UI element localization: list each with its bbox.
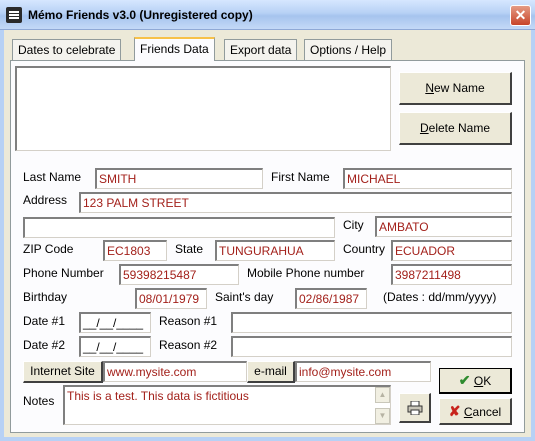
birthday-label: Birthday xyxy=(23,290,68,304)
date2-label: Date #2 xyxy=(23,338,66,352)
address-label: Address xyxy=(23,193,68,207)
tab-export-data[interactable]: Export data xyxy=(224,39,298,60)
zip-field[interactable]: EC1803 xyxy=(103,240,167,261)
tab-options-help[interactable]: Options / Help xyxy=(304,39,393,60)
app-icon xyxy=(6,7,22,23)
notes-text: This is a test. This data is fictitious xyxy=(67,389,249,403)
mobile-field[interactable]: 3987211498 xyxy=(391,264,512,285)
tab-friends-data[interactable]: Friends Data xyxy=(134,37,215,61)
tab-dates-to-celebrate[interactable]: Dates to celebrate xyxy=(12,39,122,60)
scroll-down-arrow[interactable]: ▼ xyxy=(375,408,390,424)
address-line2-field[interactable] xyxy=(23,217,335,238)
address-line1-field[interactable]: 123 PALM STREET xyxy=(79,192,512,213)
reason1-field[interactable] xyxy=(231,312,512,333)
window-title: Mémo Friends v3.0 (Unregistered copy) xyxy=(28,8,253,22)
saints-day-field[interactable]: 02/86/1987 xyxy=(295,288,367,309)
email-field[interactable]: info@mysite.com xyxy=(295,361,431,382)
printer-icon xyxy=(407,400,422,416)
mobile-label: Mobile Phone number xyxy=(247,266,365,280)
date-format-hint: (Dates : dd/mm/yyyy) xyxy=(383,290,497,304)
date1-field[interactable]: __/__/____ xyxy=(79,312,151,333)
date2-field[interactable]: __/__/____ xyxy=(79,336,151,357)
cancel-button[interactable]: ✘ Cancel xyxy=(439,398,512,425)
city-field[interactable]: AMBATO xyxy=(375,216,512,237)
country-field[interactable]: ECUADOR xyxy=(391,240,512,261)
checkmark-icon: ✔ xyxy=(458,372,471,388)
delete-name-button[interactable]: Delete Name xyxy=(399,112,512,145)
saints-day-label: Saint's day xyxy=(215,290,274,304)
zip-label: ZIP Code xyxy=(23,242,74,256)
birthday-field[interactable]: 08/01/1979 xyxy=(135,288,207,309)
phone-label: Phone Number xyxy=(23,266,104,280)
internet-site-field[interactable]: www.mysite.com xyxy=(103,361,247,382)
city-label: City xyxy=(343,218,364,232)
scroll-up-arrow[interactable]: ▲ xyxy=(375,387,390,403)
reason1-label: Reason #1 xyxy=(159,314,218,328)
state-field[interactable]: TUNGURAHUA xyxy=(215,240,335,261)
phone-field[interactable]: 59398215487 xyxy=(119,264,239,285)
notes-textarea[interactable]: This is a test. This data is fictitious … xyxy=(63,385,391,425)
state-label: State xyxy=(175,242,204,256)
notes-label: Notes xyxy=(23,394,55,408)
last-name-label: Last Name xyxy=(23,170,82,184)
title-bar: Mémo Friends v3.0 (Unregistered copy) ✕ xyxy=(0,0,535,30)
ok-button[interactable]: ✔ OK xyxy=(439,368,512,394)
reason2-label: Reason #2 xyxy=(159,338,218,352)
date1-label: Date #1 xyxy=(23,314,66,328)
internet-site-button[interactable]: Internet Site xyxy=(23,361,103,383)
first-name-label: First Name xyxy=(271,170,330,184)
x-icon: ✘ xyxy=(448,403,461,419)
first-name-field[interactable]: MICHAEL xyxy=(343,168,512,189)
close-button[interactable]: ✕ xyxy=(510,5,531,26)
new-name-button[interactable]: New Name xyxy=(399,72,512,105)
names-list[interactable] xyxy=(15,66,391,151)
country-label: Country xyxy=(343,242,386,256)
reason2-field[interactable] xyxy=(231,336,512,357)
last-name-field[interactable]: SMITH xyxy=(95,168,263,189)
email-button[interactable]: e-mail xyxy=(247,361,295,383)
print-button[interactable] xyxy=(399,393,431,423)
close-icon: ✕ xyxy=(514,7,527,23)
